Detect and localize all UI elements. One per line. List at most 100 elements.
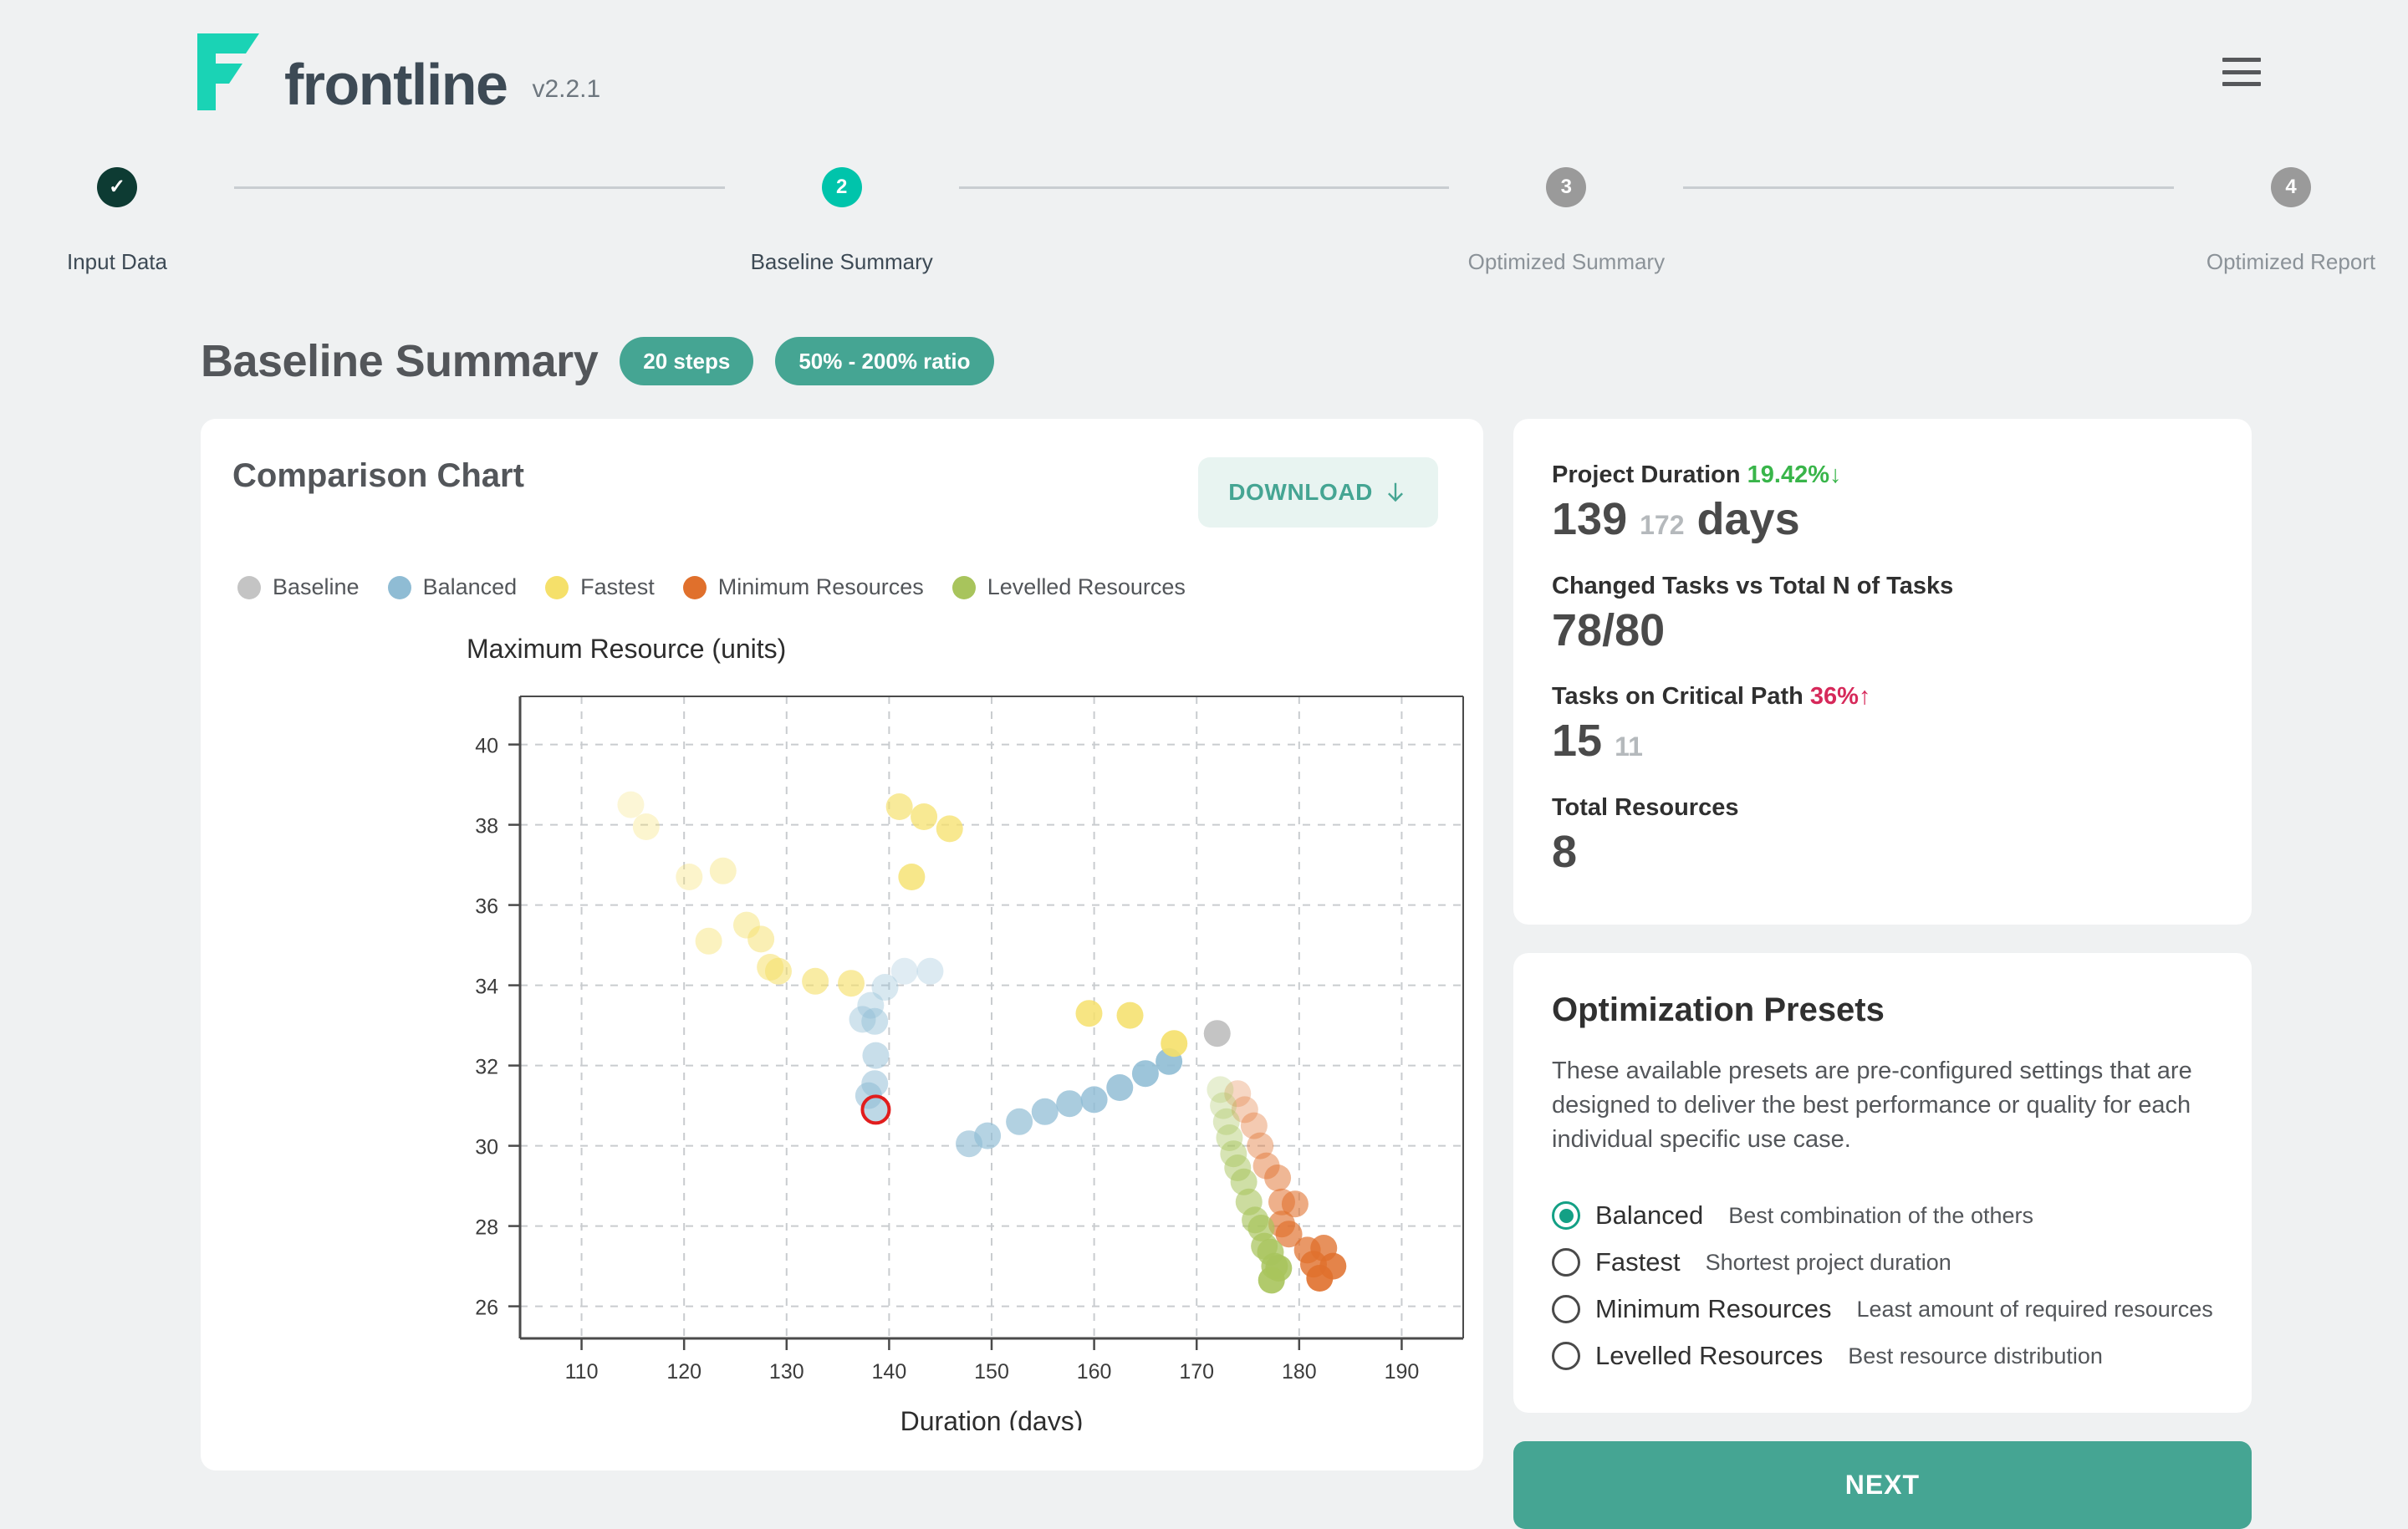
app-version: v2.2.1: [532, 75, 601, 103]
scatter-point[interactable]: [1264, 1165, 1292, 1191]
hamburger-menu-icon[interactable]: [2222, 58, 2261, 86]
step-3-circle: 3: [1546, 167, 1587, 207]
steps-badge: 20 steps: [620, 337, 754, 385]
preset-description: Shortest project duration: [1705, 1249, 1951, 1275]
brand-name: frontline: [284, 52, 508, 117]
critical-path-delta-icon: ↑: [1858, 683, 1871, 711]
main-content: Comparison Chart DOWNLOAD Baseline Balanc…: [0, 387, 2408, 1529]
legend-item-baseline[interactable]: Baseline: [237, 574, 360, 600]
preset-name: Fastest: [1595, 1247, 1681, 1277]
presets-description: These available presets are pre-configur…: [1552, 1057, 2192, 1153]
radio-button[interactable]: [1552, 1342, 1580, 1371]
scatter-point[interactable]: [885, 793, 913, 820]
scatter-point[interactable]: [1116, 1001, 1144, 1029]
stat-changed-tasks: Changed Tasks vs Total N of Tasks 78/80: [1552, 570, 2213, 660]
scatter-point[interactable]: [764, 957, 792, 985]
preset-description: Least amount of required resources: [1856, 1296, 2213, 1322]
scatter-point[interactable]: [1056, 1090, 1084, 1118]
x-tick-label: 150: [974, 1360, 1009, 1384]
step-optimized-report[interactable]: 4 Optimized Report: [2174, 167, 2408, 275]
project-duration-label: Project Duration 19.42%↓: [1552, 459, 2213, 492]
legend-label: Balanced: [422, 574, 518, 599]
scatter-point[interactable]: [632, 813, 660, 840]
scatter-point[interactable]: [1106, 1074, 1134, 1101]
stat-critical-path: Tasks on Critical Path 36%↑ 15 11: [1552, 680, 2213, 770]
critical-path-value: 15: [1552, 716, 1603, 767]
scatter-point[interactable]: [911, 803, 938, 830]
presets-radio-group: Balanced Best combination of the others Fa…: [1552, 1200, 2213, 1371]
scatter-point[interactable]: [617, 791, 645, 818]
scatter-point[interactable]: [695, 927, 722, 955]
legend-item-balanced[interactable]: Balanced: [387, 574, 518, 600]
y-tick-label: 40: [475, 735, 498, 758]
legend-color-dot: [545, 575, 569, 599]
scatter-point[interactable]: [1031, 1098, 1059, 1125]
scatter-point[interactable]: [898, 864, 926, 890]
total-resources-value: 8: [1552, 827, 1578, 878]
scatter-point[interactable]: [1075, 1000, 1103, 1027]
scatter-point[interactable]: [861, 1007, 889, 1035]
scatter-point[interactable]: [1131, 1060, 1159, 1088]
scatter-plot-svg[interactable]: 26 28 30 32 34 36 38 40 110 120 130 140 150 160 170 180…: [201, 678, 1483, 1430]
critical-path-previous: 11: [1615, 731, 1643, 762]
scatter-point[interactable]: [862, 1042, 890, 1069]
scatter-point[interactable]: [1306, 1265, 1334, 1292]
scatter-point[interactable]: [1258, 1267, 1285, 1294]
preset-option-minimum-resources[interactable]: Minimum Resources Least amount of require…: [1552, 1294, 2213, 1324]
legend-label: Minimum Resources: [717, 574, 924, 599]
legend-item-levelled-resources[interactable]: Levelled Resources: [951, 574, 1186, 600]
changed-tasks-label: Changed Tasks vs Total N of Tasks: [1552, 572, 1954, 599]
preset-option-balanced[interactable]: Balanced Best combination of the others: [1552, 1200, 2213, 1231]
legend-item-minimum-resources[interactable]: Minimum Resources: [682, 574, 924, 600]
preset-option-levelled-resources[interactable]: Levelled Resources Best resource distribu…: [1552, 1341, 2213, 1371]
chart-title: Comparison Chart: [232, 457, 524, 494]
critical-path-label-text: Tasks on Critical Path: [1552, 683, 1803, 711]
preset-option-fastest[interactable]: Fastest Shortest project duration: [1552, 1247, 2213, 1277]
step-4-label: Optimized Report: [2206, 249, 2376, 274]
scatter-point[interactable]: [709, 857, 737, 884]
critical-path-delta: 36%: [1809, 683, 1859, 711]
x-tick-label: 130: [769, 1360, 804, 1384]
step-baseline-summary[interactable]: 2 Baseline Summary: [725, 167, 959, 275]
scatter-point[interactable]: [747, 925, 775, 953]
next-button[interactable]: NEXT: [1513, 1441, 2252, 1529]
scatter-point[interactable]: [838, 970, 865, 997]
critical-path-value-row: 15 11: [1552, 713, 2213, 770]
step-4-circle: 4: [2271, 167, 2312, 207]
scatter-point[interactable]: [676, 864, 703, 890]
scatter-point[interactable]: [1161, 1030, 1188, 1058]
step-optimized-summary[interactable]: 3 Optimized Summary: [1449, 167, 1683, 275]
optimization-presets-card: Optimization Presets These available pre…: [1513, 952, 2252, 1414]
total-resources-label: Total Resources: [1552, 793, 1739, 821]
critical-path-label: Tasks on Critical Path 36%↑: [1552, 680, 2213, 713]
download-button[interactable]: DOWNLOAD: [1198, 457, 1438, 528]
scatter-point[interactable]: [802, 967, 829, 995]
legend-label: Levelled Resources: [987, 574, 1186, 599]
radio-button[interactable]: [1552, 1248, 1580, 1277]
scatter-point[interactable]: [974, 1122, 1002, 1149]
project-duration-label-text: Project Duration: [1552, 461, 1741, 488]
project-duration-value: 139: [1552, 494, 1628, 545]
step-1-circle: ✓: [97, 167, 137, 207]
step-input-data[interactable]: ✓ Input Data: [0, 167, 234, 275]
page-title: Baseline Summary: [201, 336, 599, 386]
scatter-point[interactable]: [1080, 1086, 1108, 1114]
radio-button[interactable]: [1552, 1295, 1580, 1324]
preset-name: Balanced: [1595, 1200, 1704, 1231]
hamburger-bar: [2222, 58, 2261, 62]
project-duration-value-row: 139 172 days: [1552, 492, 2213, 548]
step-2-circle: 2: [821, 167, 862, 207]
y-tick-label: 32: [475, 1056, 498, 1079]
step-1-label: Input Data: [67, 249, 167, 274]
project-duration-previous: 172: [1640, 510, 1685, 541]
legend-label: Fastest: [580, 574, 655, 599]
scatter-point[interactable]: [916, 957, 944, 985]
scatter-point[interactable]: [936, 815, 963, 843]
scatter-point[interactable]: [1203, 1020, 1231, 1047]
x-tick-label: 160: [1077, 1360, 1112, 1384]
x-tick-label: 190: [1385, 1360, 1420, 1384]
radio-button[interactable]: [1552, 1201, 1580, 1231]
x-axis-title: Duration (days): [900, 1406, 1084, 1430]
legend-item-fastest[interactable]: Fastest: [545, 574, 655, 600]
scatter-point[interactable]: [1006, 1108, 1033, 1135]
